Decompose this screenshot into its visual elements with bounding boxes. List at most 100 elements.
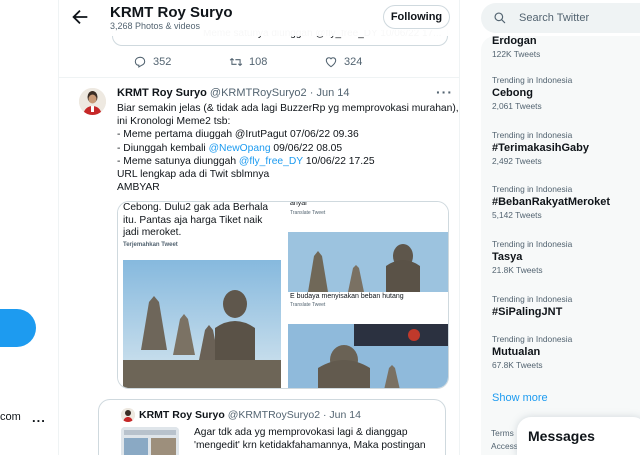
trend-item[interactable]: Trending in Indonesia #SiPalingJNT bbox=[492, 294, 572, 318]
tweet-actions: 352 108 324 bbox=[133, 55, 413, 73]
account-more-icon[interactable]: ... bbox=[32, 411, 46, 424]
quote-avatar bbox=[121, 408, 135, 422]
author-handle[interactable]: @KRMTRoySuryo2 bbox=[210, 87, 307, 99]
tweet-line: ini Kronologi Meme2 tsb: bbox=[117, 116, 231, 128]
mention-link[interactable]: @fly_free_DY bbox=[239, 156, 303, 167]
tweet-divider bbox=[59, 77, 459, 78]
quote-avatar-image bbox=[121, 408, 135, 422]
retweet-button[interactable]: 108 bbox=[229, 55, 267, 69]
trend-count: 2,492 Tweets bbox=[492, 156, 542, 166]
quote-thumbnail-image bbox=[121, 427, 179, 455]
messages-title: Messages bbox=[528, 428, 595, 444]
media-translate-text: Translate Tweet bbox=[290, 210, 326, 216]
quote-text-line: 'mengedit' krn ketidakfahamannya, Maka p… bbox=[194, 440, 426, 451]
trend-item[interactable]: Trending in Indonesia #TerimakasihGaby 2… bbox=[492, 130, 589, 166]
temple-photo bbox=[288, 324, 448, 388]
trend-count: 67.8K Tweets bbox=[492, 360, 543, 370]
tweet-time[interactable]: Jun 14 bbox=[316, 87, 349, 99]
trend-context: Trending in Indonesia bbox=[492, 184, 573, 194]
author-name[interactable]: KRMT Roy Suryo bbox=[117, 87, 207, 99]
quote-text-line: Agar tdk ada yg memprovokasi lagi & dian… bbox=[194, 427, 408, 438]
like-button[interactable]: 324 bbox=[324, 55, 362, 69]
quote-author-handle: @KRMTRoySuryo2 bbox=[227, 409, 321, 421]
reply-button[interactable]: 352 bbox=[133, 55, 171, 69]
avatar-image bbox=[79, 88, 106, 115]
tweet-text-fragment: 09/06/22 08.05 bbox=[270, 142, 343, 154]
trend-count: 5,142 Tweets bbox=[492, 210, 542, 220]
media-text-line: itu. Pantas aja harga Tiket naik bbox=[123, 214, 263, 226]
quote-tweet-card[interactable]: KRMT Roy Suryo @KRMTRoySuryo2 · Jun 14 A… bbox=[98, 399, 446, 455]
trend-item[interactable]: Trending in Indonesia Mutualan 67.8K Twe… bbox=[492, 334, 572, 370]
tweet-line: - Meme satunya diunggah @fly_free_DY 10/… bbox=[117, 155, 453, 168]
tweet-line: AMBYAR bbox=[117, 182, 160, 194]
media-screenshot-text: anyar bbox=[290, 201, 308, 207]
trend-item[interactable]: Trending in Indonesia Tasya 21.8K Tweets bbox=[492, 239, 572, 275]
trend-name: Mutualan bbox=[492, 346, 541, 358]
retweet-count: 108 bbox=[249, 56, 268, 68]
following-button[interactable]: Following bbox=[383, 5, 450, 29]
trend-name: Tasya bbox=[492, 251, 523, 263]
trend-name: #TerimakasihGaby bbox=[492, 142, 590, 154]
tweet-text-fragment: - Meme satunya diunggah bbox=[117, 155, 239, 167]
quote-text: Agar tdk ada yg memprovokasi lagi & dian… bbox=[194, 426, 426, 452]
trend-context: Trending in Indonesia bbox=[492, 239, 573, 249]
right-sidebar: Search Twitter Erdogan 122K Tweets Trend… bbox=[461, 0, 640, 455]
trend-name: Erdogan bbox=[492, 35, 537, 47]
media-screenshot-text: E budaya menyisakan beban hutang bbox=[290, 293, 404, 300]
reply-icon bbox=[134, 56, 146, 68]
tweet-separator: · bbox=[309, 87, 314, 99]
trend-item[interactable]: Trending in Indonesia Cebong 2,061 Tweet… bbox=[492, 75, 572, 111]
media-screenshot-text: Cebong. Dulu2 gak ada Berhala itu. Panta… bbox=[123, 202, 268, 240]
tweet-text: Biar semakin jelas (& tidak ada lagi Buz… bbox=[117, 102, 459, 194]
tweet-button[interactable] bbox=[0, 309, 36, 347]
media-translate-text: Terjemahkan Tweet bbox=[123, 242, 178, 248]
tweet-line: - Diunggah kembali @NewOpang 09/06/22 08… bbox=[117, 142, 453, 155]
trend-name: #SiPalingJNT bbox=[492, 306, 563, 318]
quote-time: Jun 14 bbox=[329, 409, 361, 421]
avatar[interactable] bbox=[79, 88, 106, 115]
trend-count: 21.8K Tweets bbox=[492, 265, 543, 275]
show-more-link[interactable]: Show more bbox=[492, 392, 548, 404]
accessibility-link[interactable]: Access bbox=[491, 440, 518, 453]
trend-item[interactable]: Trending in Indonesia #BebanRakyatMeroke… bbox=[492, 184, 610, 220]
trend-context: Trending in Indonesia bbox=[492, 130, 573, 140]
temple-photo bbox=[123, 260, 281, 388]
profile-name: KRMT Roy Suryo bbox=[110, 4, 233, 21]
like-count: 324 bbox=[344, 56, 363, 68]
arrow-left-icon[interactable] bbox=[69, 6, 91, 28]
media-text-line: jadi meroket. bbox=[123, 227, 182, 238]
media-image-left[interactable]: Cebong. Dulu2 gak ada Berhala itu. Panta… bbox=[118, 202, 284, 388]
tweet-line: - Meme pertama diuggah @IrutPagut 07/06/… bbox=[117, 129, 359, 141]
messages-drawer[interactable]: Messages bbox=[517, 417, 640, 455]
trend-item[interactable]: Erdogan 122K Tweets bbox=[492, 33, 540, 59]
left-nav: com ... bbox=[0, 0, 58, 455]
tweet-text-fragment: 10/06/22 17.25 bbox=[303, 155, 375, 167]
profile-header: KRMT Roy Suryo 3,268 Photos & videos Fol… bbox=[59, 0, 459, 36]
trends-panel: Erdogan 122K Tweets Trending in Indonesi… bbox=[481, 33, 640, 455]
trend-count: 2,061 Tweets bbox=[492, 101, 542, 111]
search-input[interactable]: Search Twitter bbox=[519, 12, 589, 24]
main-timeline: KRMT Roy Suryo 3,268 Photos & videos Fol… bbox=[58, 0, 460, 455]
mention-link[interactable]: @NewOpang bbox=[209, 143, 271, 154]
trend-name: Cebong bbox=[492, 87, 533, 99]
media-translate-text: Translate Tweet bbox=[290, 302, 326, 308]
tweet-media[interactable]: Cebong. Dulu2 gak ada Berhala itu. Panta… bbox=[117, 201, 449, 389]
terms-link[interactable]: Terms bbox=[491, 427, 518, 440]
trend-count: 122K Tweets bbox=[492, 49, 541, 59]
more-options-icon[interactable]: ··· bbox=[436, 84, 453, 100]
quote-separator: · bbox=[322, 409, 327, 421]
account-switcher[interactable]: com bbox=[0, 411, 21, 423]
media-count: 3,268 Photos & videos bbox=[110, 21, 201, 31]
trend-context: Trending in Indonesia bbox=[492, 75, 573, 85]
quote-thumbnail bbox=[121, 427, 179, 455]
quote-author-name: KRMT Roy Suryo bbox=[139, 409, 225, 421]
search-icon bbox=[494, 12, 506, 24]
trend-name: #BebanRakyatMeroket bbox=[492, 196, 610, 208]
footer-links: Terms Access bbox=[491, 427, 518, 453]
temple-photo bbox=[288, 232, 448, 292]
quote-author-line: KRMT Roy Suryo @KRMTRoySuryo2 · Jun 14 bbox=[139, 409, 361, 421]
media-image-right[interactable]: anyar Translate Tweet E budaya menyisaka… bbox=[288, 201, 448, 388]
search-bar[interactable]: Search Twitter bbox=[481, 3, 640, 33]
trend-context: Trending in Indonesia bbox=[492, 294, 573, 304]
retweet-icon bbox=[229, 58, 243, 66]
